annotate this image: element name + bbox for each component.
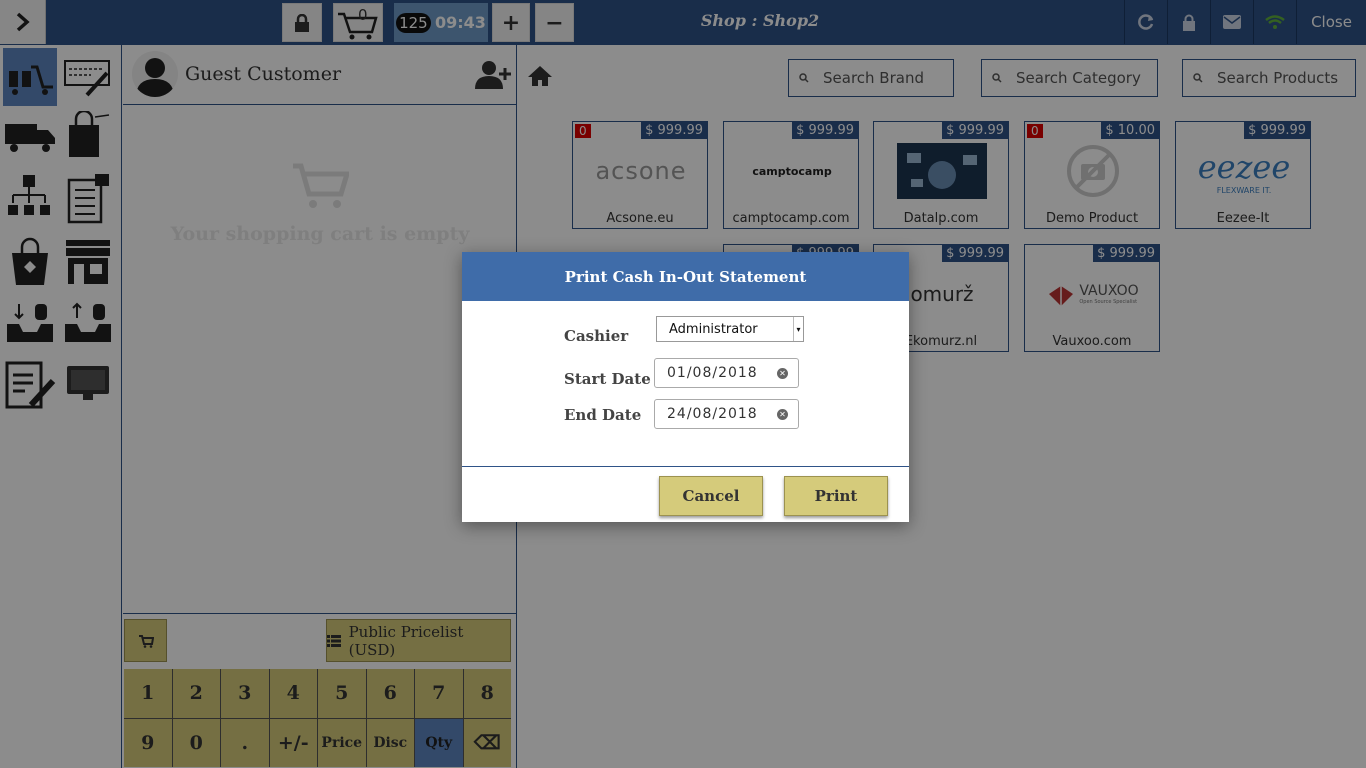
- clear-date-icon[interactable]: ✕: [777, 368, 788, 379]
- start-date-label: Start Date: [564, 370, 651, 388]
- cashier-value: Administrator: [669, 321, 758, 337]
- end-date-label: End Date: [564, 406, 642, 424]
- start-date-value: 01/08/2018: [667, 365, 758, 381]
- cashier-select[interactable]: Administrator ▾: [656, 316, 804, 342]
- end-date-input[interactable]: 24/08/2018 ✕: [654, 399, 799, 429]
- cashier-label: Cashier: [564, 327, 629, 345]
- clear-date-icon[interactable]: ✕: [777, 409, 788, 420]
- print-button[interactable]: Print: [784, 476, 888, 516]
- print-statement-dialog: Print Cash In-Out Statement Cashier Admi…: [462, 252, 909, 522]
- dialog-title: Print Cash In-Out Statement: [462, 252, 909, 301]
- cancel-button[interactable]: Cancel: [659, 476, 763, 516]
- start-date-input[interactable]: 01/08/2018 ✕: [654, 358, 799, 388]
- end-date-value: 24/08/2018: [667, 406, 758, 422]
- dialog-divider: [462, 466, 909, 467]
- chevron-down-icon: ▾: [793, 317, 803, 341]
